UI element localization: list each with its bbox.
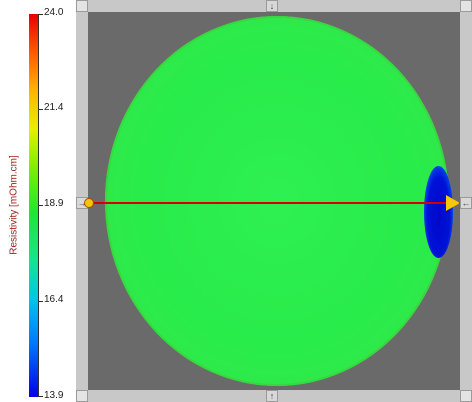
corner-handle-icon: [460, 0, 472, 12]
arrow-down-icon[interactable]: ↓: [266, 0, 278, 12]
color-scale-title: Resistivity [mOhm.cm]: [8, 155, 20, 255]
color-scale-panel: 24.0 21.4 18.9 16.4 13.9 Resistivity [mO…: [0, 0, 76, 402]
scale-tick: [38, 301, 43, 302]
wafer-map-canvas[interactable]: [88, 12, 460, 390]
low-resistivity-region: [424, 166, 453, 258]
scale-label: 18.9: [44, 198, 64, 209]
arrow-up-icon[interactable]: ↑: [266, 390, 278, 402]
corner-handle-icon: [76, 390, 88, 402]
profile-end-arrow-icon[interactable]: [446, 195, 460, 211]
scale-label-max: 24.0: [44, 7, 64, 18]
wafer-map-frame: ↓ ↑ → ←: [76, 0, 472, 402]
wafer-disc: [105, 16, 449, 386]
scale-label-min: 13.9: [44, 390, 64, 401]
profile-line[interactable]: [88, 202, 460, 204]
scale-label: 16.4: [44, 294, 64, 305]
scale-tick: [38, 205, 43, 206]
scale-tick-max: [38, 14, 43, 15]
profile-start-handle[interactable]: [84, 198, 94, 208]
corner-handle-icon: [460, 390, 472, 402]
corner-handle-icon: [76, 0, 88, 12]
arrow-left-icon[interactable]: ←: [460, 197, 472, 209]
color-scale-bar: [29, 14, 38, 397]
scale-tick-min: [38, 396, 43, 397]
scale-tick: [38, 109, 43, 110]
scale-label: 21.4: [44, 102, 64, 113]
